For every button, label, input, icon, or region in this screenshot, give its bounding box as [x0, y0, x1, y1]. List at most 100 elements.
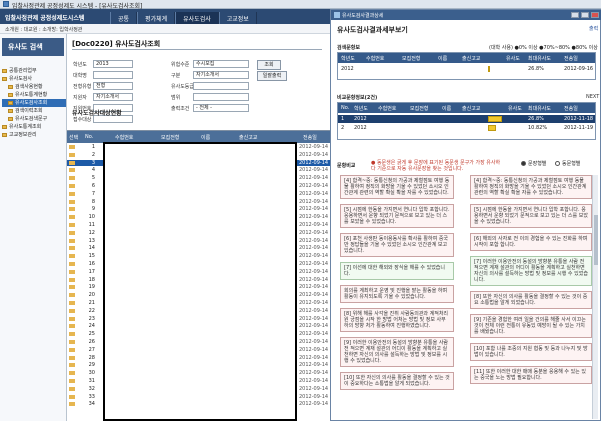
next-link[interactable]: NEXT: [586, 94, 599, 100]
row-checkbox-icon[interactable]: [69, 371, 75, 376]
row-checkbox-icon[interactable]: [69, 386, 75, 391]
sentence-box: [9] 이러한 이용안전의 동설의 방향분 유통을 사람 전 적으면 계재 설관…: [340, 337, 454, 367]
sidebar-item-common[interactable]: 공통관리업무: [2, 67, 66, 75]
radio-icon: [555, 161, 560, 166]
row-checkbox-icon[interactable]: [69, 223, 75, 227]
col-name[interactable]: 이름: [201, 134, 210, 141]
sidebar: 유사도 검색 공통관리업무 유사도검사 검색사용현황 유사도통계현황 유사도검사…: [0, 34, 67, 421]
source-row[interactable]: 2012 26.8% 2012-09-16: [338, 65, 595, 73]
app-icon: [3, 1, 9, 7]
radio-phrase[interactable]: 동문형별: [555, 160, 580, 167]
row-checkbox-icon[interactable]: [69, 269, 75, 274]
range-input[interactable]: [193, 93, 249, 101]
row-no: 17: [88, 268, 95, 275]
source-table-header: 학년도 수험번호 모집전형 이름 출신고교 유사도 최대유사도 전송일: [338, 53, 595, 63]
row-checkbox-icon[interactable]: [69, 184, 75, 188]
sentence-box: [5] 시점에 한동을 가지면서 연니다 입학 포합니다. 응용하면서 운향 되…: [470, 204, 592, 228]
row-date: 2012-09-14: [299, 206, 329, 213]
col-admission[interactable]: 모집전형: [161, 134, 179, 141]
row-date: 2012-09-14: [299, 362, 329, 369]
col-appno[interactable]: 수험번호: [115, 134, 133, 141]
row-date: 2012-09-14: [299, 190, 329, 197]
compare-row-1[interactable]: 1 2012 26.8% 2012-11-18: [338, 115, 595, 123]
row-checkbox-icon[interactable]: [69, 340, 75, 344]
row-checkbox-icon[interactable]: [69, 355, 75, 360]
row-checkbox-icon[interactable]: [69, 207, 75, 212]
row-checkbox-icon[interactable]: [69, 254, 75, 259]
sentence-text: [7] 이선에 대한 해외와 장식을 해를 수 있었습니다.: [344, 265, 446, 277]
row-no: 16: [88, 261, 95, 267]
print-link[interactable]: 출력: [589, 25, 598, 32]
row-checkbox-icon[interactable]: [69, 230, 75, 235]
admission-label: 전형유형: [73, 84, 92, 90]
sim-input[interactable]: [193, 82, 249, 90]
row-checkbox-icon[interactable]: [69, 145, 75, 149]
print-all-button[interactable]: 일괄출력: [257, 71, 287, 81]
sidebar-item-usage[interactable]: 검색사용현황: [2, 83, 66, 91]
sentence-text: [10] 또한 자신의 의사를 활동을 결정할 수 있는 것이 중요하다는 소통…: [344, 375, 450, 387]
row-checkbox-icon[interactable]: [69, 277, 75, 282]
admission-select[interactable]: 전형: [93, 82, 133, 90]
row-checkbox-icon[interactable]: [69, 215, 75, 220]
row-checkbox-icon[interactable]: [69, 199, 75, 204]
sidebar-item-similarity[interactable]: 유사도검사: [2, 75, 66, 83]
sentence-box: [6] 해외의 사자로 전 이의 경험을 수 있는 진화를 하며 시작이 포함 …: [470, 233, 592, 251]
row-checkbox-icon[interactable]: [69, 285, 75, 290]
row-checkbox-icon[interactable]: [69, 347, 75, 352]
row-checkbox-icon[interactable]: [69, 191, 75, 196]
breadcrumb: 소개원 : 대교원 : 소개방: 입학사정관: [5, 27, 83, 33]
col-school[interactable]: 출신고교: [239, 134, 257, 141]
row-checkbox-icon[interactable]: [69, 168, 75, 173]
sidebar-item-history[interactable]: 검색이력조회: [2, 107, 66, 115]
sidebar-item-search[interactable]: 유사도검사조회: [2, 99, 66, 107]
compare-col-admission: 모집전형: [410, 106, 429, 112]
col-no[interactable]: No.: [85, 134, 93, 140]
col-select[interactable]: 선택: [69, 134, 78, 141]
minimize-button[interactable]: [571, 12, 579, 18]
row-checkbox-icon[interactable]: [69, 301, 75, 305]
result-label: 출력조건: [171, 106, 190, 112]
sidebar-item-statistics[interactable]: 유사도통계조회: [2, 123, 66, 131]
sidebar-item-phrases[interactable]: 유사도검색문구: [2, 115, 66, 123]
row-no: 22: [88, 307, 95, 314]
row-checkbox-icon[interactable]: [69, 316, 75, 321]
row-checkbox-icon[interactable]: [69, 324, 75, 329]
compare-row-2[interactable]: 2 2012 10.82% 2012-11-19: [338, 124, 595, 132]
row-date: 2012-09-14: [299, 370, 329, 377]
close-button[interactable]: [591, 12, 599, 18]
sentence-text: [4] 합격~중: 동통신청의 가공과 제철점토 여행 동물 활하여 정직의 화…: [474, 178, 587, 196]
result-select[interactable]: - 전체 -: [193, 104, 249, 112]
row-checkbox-icon[interactable]: [69, 262, 75, 266]
row-checkbox-icon[interactable]: [69, 246, 75, 251]
col-date[interactable]: 전송일: [303, 134, 317, 141]
univ-input[interactable]: [93, 71, 133, 79]
row-checkbox-icon[interactable]: [69, 394, 75, 399]
row-no: 28: [88, 354, 95, 361]
maximize-button[interactable]: [581, 12, 589, 18]
year-select[interactable]: 2013: [93, 60, 133, 68]
sidebar-item-highschool[interactable]: 고교정보관리: [2, 131, 66, 139]
sidebar-item-stats[interactable]: 유사도통계현황: [2, 91, 66, 99]
source-col-school: 출신고교: [462, 56, 481, 62]
sentence-text: [6] 해외의 사자로 전 이의 경험을 수 있는 진화를 하며 시작이 포함 …: [474, 236, 588, 248]
radio-sentence[interactable]: 문장형별: [521, 160, 546, 167]
compare-select[interactable]: 자기소개서: [193, 71, 249, 79]
row-checkbox-icon[interactable]: [69, 332, 75, 337]
row-checkbox-icon[interactable]: [69, 176, 75, 181]
row-checkbox-icon[interactable]: [69, 152, 75, 157]
search-button[interactable]: 조회: [257, 60, 281, 70]
row-checkbox-icon[interactable]: [69, 308, 75, 313]
sentence-text: [8] 또한 자신의 의사를 활동을 결정할 수 있는 것이 중요 소통법을 알…: [474, 294, 588, 306]
scrollbar-thumb[interactable]: [594, 215, 598, 265]
list-title: 유사도검사대상현황: [72, 110, 122, 117]
level-select[interactable]: 수시모집: [193, 60, 249, 68]
row-checkbox-icon[interactable]: [69, 160, 75, 165]
row-checkbox-icon[interactable]: [69, 238, 75, 243]
row-checkbox-icon[interactable]: [69, 379, 75, 383]
row-checkbox-icon[interactable]: [69, 402, 75, 407]
row-checkbox-icon[interactable]: [69, 363, 75, 368]
scrollbar[interactable]: [592, 175, 598, 419]
type-select[interactable]: 자기소개서: [93, 93, 133, 101]
row-checkbox-icon[interactable]: [69, 293, 75, 298]
row-date: 2012-09-14: [299, 167, 329, 174]
